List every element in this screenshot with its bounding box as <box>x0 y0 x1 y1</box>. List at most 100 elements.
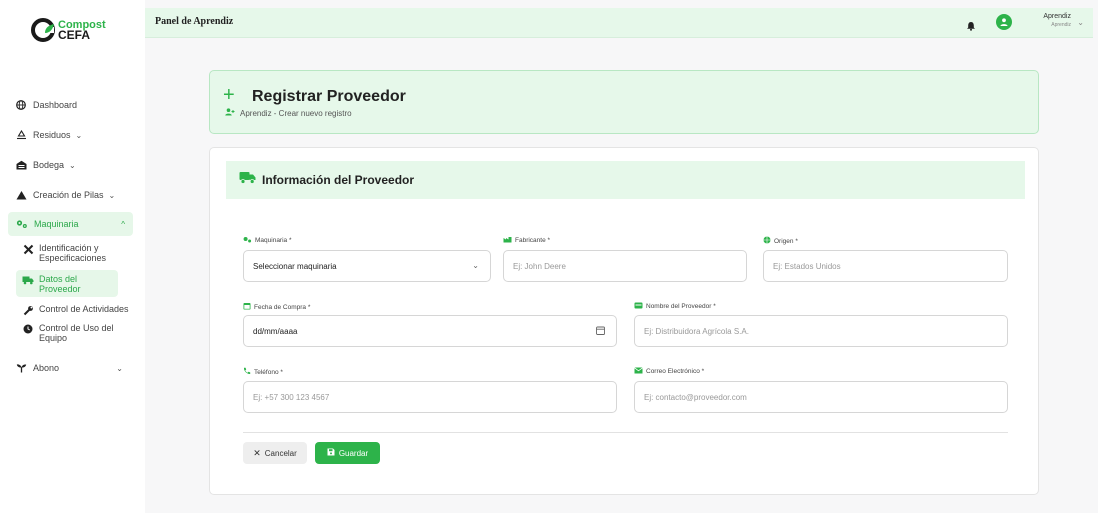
envelope-icon <box>634 367 643 376</box>
chevron-down-icon: ⌄ <box>116 363 123 373</box>
sidebar-item-residuos[interactable]: Residuos ⌄ <box>0 122 145 148</box>
bell-icon[interactable] <box>966 18 976 31</box>
wrench-icon <box>22 304 34 316</box>
globe-icon <box>15 99 27 111</box>
proveedor-label-text: Nombre del Proveedor * <box>646 303 716 310</box>
correo-placeholder: Ej: contacto@proveedor.com <box>644 392 747 402</box>
id-card-icon <box>634 302 643 311</box>
maquinaria-submenu: Identificación y Especificaciones Datos … <box>0 243 145 343</box>
correo-label-text: Correo Electrónico * <box>646 368 705 375</box>
user-plus-icon <box>225 108 235 118</box>
fecha-value: dd/mm/aaaa <box>253 326 298 336</box>
recycle-icon <box>15 129 27 141</box>
fecha-input[interactable]: dd/mm/aaaa <box>243 315 617 347</box>
telefono-placeholder: Ej: +57 300 123 4567 <box>253 392 330 402</box>
fabricante-input[interactable]: Ej: John Deere <box>503 250 747 282</box>
sidebar-item-bodega[interactable]: Bodega ⌄ <box>0 152 145 178</box>
mountain-icon <box>15 189 27 201</box>
submenu-item-identificacion[interactable]: Identificación y Especificaciones <box>22 243 132 263</box>
save-button-label: Guardar <box>338 448 369 458</box>
sidebar-item-label: Creación de Pilas <box>33 190 104 200</box>
sidebar-item-label: Dashboard <box>33 100 78 110</box>
calendar-picker-icon[interactable] <box>596 326 605 337</box>
maquinaria-select-value: Seleccionar maquinaria <box>253 261 337 271</box>
plus-icon: + <box>223 84 235 106</box>
page-title: Registrar Proveedor <box>252 88 406 105</box>
factory-icon <box>503 236 512 245</box>
floppy-disk-icon <box>327 448 335 458</box>
page-header-card: + Registrar Proveedor Aprendiz - Crear n… <box>209 70 1039 134</box>
logo[interactable]: Compost CEFA <box>31 18 106 42</box>
proveedor-input[interactable]: Ej: Distribuidora Agrícola S.A. <box>634 315 1008 347</box>
sidebar-item-label: Abono <box>33 363 60 373</box>
fecha-label-text: Fecha de Compra * <box>254 303 311 311</box>
chevron-down-icon: ⌄ <box>108 190 116 200</box>
header-title: Panel de Aprendiz <box>155 16 234 27</box>
close-icon: ✕ <box>253 447 261 458</box>
correo-label: Correo Electrónico * <box>634 367 704 376</box>
cancel-button-label: Cancelar <box>264 448 297 458</box>
sidebar-item-maquinaria[interactable]: Maquinaria ^ <box>8 212 133 236</box>
origen-input[interactable]: Ej: Estados Unidos <box>763 250 1008 282</box>
avatar[interactable] <box>996 14 1012 30</box>
chevron-down-icon: ⌄ <box>69 160 76 170</box>
sidebar-item-abono[interactable]: Abono ⌄ <box>0 355 145 381</box>
correo-input[interactable]: Ej: contacto@proveedor.com <box>634 381 1008 413</box>
telefono-input[interactable]: Ej: +57 300 123 4567 <box>243 381 617 413</box>
submenu-item-label: Datos del Proveedor <box>39 274 81 294</box>
user-role: Aprendiz <box>1051 22 1071 28</box>
fecha-label: Fecha de Compra * <box>243 302 310 312</box>
section-header: Información del Proveedor <box>226 161 1025 199</box>
save-button[interactable]: Guardar <box>315 442 380 464</box>
fabricante-label-text: Fabricante * <box>515 237 551 244</box>
user-name: Aprendiz <box>1043 13 1071 20</box>
truck-icon <box>239 171 256 189</box>
calendar-icon <box>243 302 251 312</box>
seedling-icon <box>15 362 27 374</box>
phone-icon <box>243 367 251 377</box>
maquinaria-label-text: Maquinaria * <box>255 237 292 244</box>
gears-icon <box>243 236 252 245</box>
user-menu[interactable]: Aprendiz Aprendiz <box>1043 13 1071 29</box>
chevron-down-icon: ⌄ <box>75 130 83 140</box>
globe-icon <box>763 236 771 246</box>
brand-line2: CEFA <box>58 28 91 42</box>
chevron-down-icon[interactable]: ⌄ <box>1077 18 1084 27</box>
sidebar-nav: Dashboard Residuos ⌄ Bodega ⌄ Creación d… <box>0 88 145 381</box>
tools-icon <box>22 243 34 255</box>
section-title: Información del Proveedor <box>262 173 415 187</box>
gears-icon <box>16 218 28 230</box>
sidebar: Compost CEFA Dashboard Residuos ⌄ Bodega… <box>0 0 145 513</box>
telefono-label: Teléfono * <box>243 367 283 377</box>
origen-label: Origen * <box>763 236 798 246</box>
fabricante-placeholder: Ej: John Deere <box>513 261 566 271</box>
chevron-up-icon: ^ <box>121 219 125 229</box>
compost-leaf-icon <box>31 18 55 42</box>
sidebar-item-label: Residuos <box>33 130 71 140</box>
chevron-down-icon: ⌄ <box>472 261 479 270</box>
submenu-item-label: Control de Actividades <box>39 304 129 314</box>
page-subtitle-text: Aprendiz - Crear nuevo registro <box>240 108 352 118</box>
warehouse-icon <box>15 159 27 171</box>
telefono-label-text: Teléfono * <box>254 368 283 376</box>
cancel-button[interactable]: ✕ Cancelar <box>243 442 307 464</box>
sidebar-item-dashboard[interactable]: Dashboard <box>0 92 145 118</box>
submenu-item-datos-proveedor[interactable]: Datos del Proveedor <box>16 270 118 297</box>
form-card: Información del Proveedor Maquinaria * S… <box>209 147 1039 495</box>
sidebar-item-label: Bodega <box>33 160 65 170</box>
clock-icon <box>22 323 34 335</box>
submenu-item-control-uso[interactable]: Control de Uso del Equipo <box>22 323 132 343</box>
page-subtitle: Aprendiz - Crear nuevo registro <box>225 108 352 118</box>
maquinaria-select[interactable]: Seleccionar maquinaria ⌄ <box>243 250 491 282</box>
maquinaria-label: Maquinaria * <box>243 236 292 245</box>
truck-icon <box>22 274 34 286</box>
top-header: Panel de Aprendiz Aprendiz Aprendiz ⌄ <box>145 8 1093 38</box>
origen-label-text: Origen * <box>774 237 798 245</box>
form-divider <box>243 432 1008 433</box>
submenu-item-label: Control de Uso del Equipo <box>39 323 114 343</box>
sidebar-item-creacion-pilas[interactable]: Creación de Pilas ⌄ <box>0 182 145 208</box>
fabricante-label: Fabricante * <box>503 236 550 245</box>
origen-placeholder: Ej: Estados Unidos <box>773 261 841 271</box>
submenu-item-label: Identificación y Especificaciones <box>39 243 107 263</box>
submenu-item-control-actividades[interactable]: Control de Actividades <box>22 304 132 316</box>
